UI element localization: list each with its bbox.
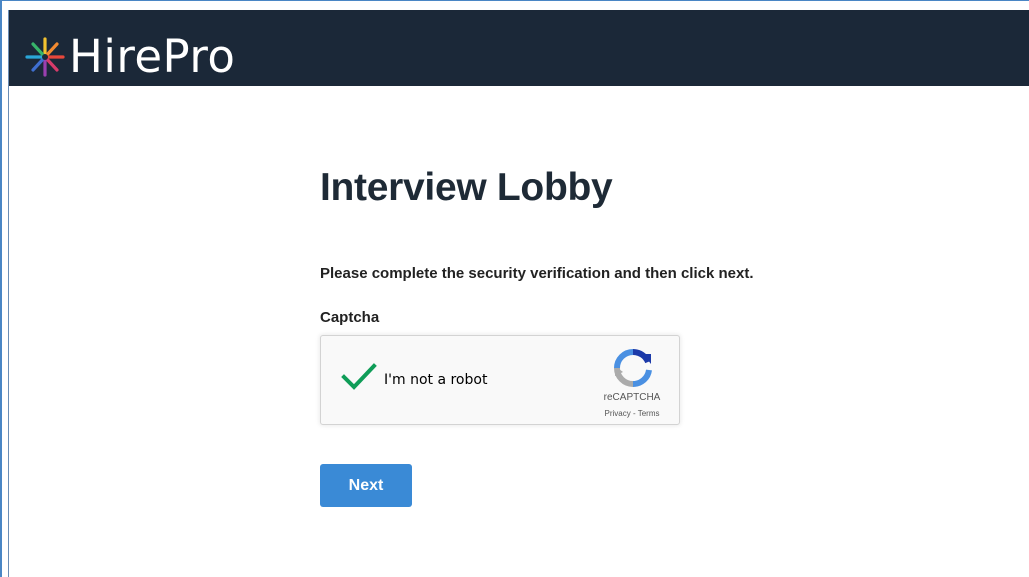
checkmark-icon[interactable] <box>341 362 377 392</box>
captcha-label: Captcha <box>320 309 380 326</box>
links-separator: - <box>632 409 636 418</box>
recaptcha-links: Privacy - Terms <box>587 409 677 418</box>
top-header: HirePro <box>9 10 1029 86</box>
privacy-link[interactable]: Privacy <box>605 409 631 418</box>
next-button[interactable]: Next <box>320 464 412 507</box>
starburst-logo-icon <box>25 37 65 77</box>
recaptcha-brand: reCAPTCHA <box>603 392 661 403</box>
page-title: Interview Lobby <box>320 166 613 209</box>
recaptcha-checkbox-label[interactable]: I'm not a robot <box>384 372 487 388</box>
recaptcha-logo-icon <box>614 348 652 388</box>
left-border <box>8 10 9 577</box>
brand-name: HirePro <box>69 30 236 83</box>
brand-logo[interactable]: HirePro <box>23 32 235 82</box>
verification-instruction: Please complete the security verificatio… <box>320 265 754 282</box>
terms-link[interactable]: Terms <box>638 409 660 418</box>
recaptcha-widget: I'm not a robot reCAPTCHA Privacy - Term… <box>320 335 680 425</box>
window-frame <box>0 0 1029 577</box>
